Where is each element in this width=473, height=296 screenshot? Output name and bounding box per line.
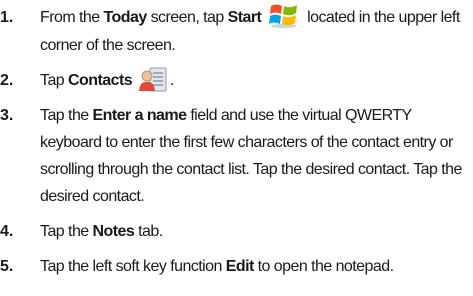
step-text: Tap the	[40, 223, 93, 241]
step-keyword-today: Today	[103, 9, 148, 27]
step-text: Tap the	[40, 107, 93, 125]
step-number: 4.	[0, 223, 14, 241]
step-text: From the	[40, 9, 104, 27]
step-number: 1.	[0, 9, 14, 26]
step-number: 2.	[0, 72, 14, 89]
step-1: 1. From the Today screen, tap Start locat…	[0, 4, 473, 59]
step-keyword-start: Start	[227, 9, 262, 27]
step-keyword-edit: Edit	[225, 258, 255, 276]
contacts-icon	[138, 66, 168, 93]
instruction-steps: 1. From the Today screen, tap Start locat…	[0, 4, 473, 280]
step-text: screen, tap	[146, 9, 228, 27]
windows-start-icon	[267, 1, 301, 29]
step-keyword-enter-a-name: Enter a name	[92, 107, 187, 125]
step-3: 3. Tap the Enter a name field and use the…	[0, 102, 473, 210]
step-text: Tap	[40, 72, 69, 89]
step-number: 3.	[0, 107, 14, 125]
step-text: to open the notepad.	[253, 258, 394, 276]
step-keyword-contacts: Contacts	[68, 72, 133, 89]
step-text: Tap the left soft key function	[40, 258, 226, 276]
step-4: 4. Tap the Notes tab.	[0, 218, 473, 245]
step-5: 5. Tap the left soft key function Edit to…	[0, 253, 473, 280]
step-text: .	[170, 72, 174, 89]
step-2: 2. Tap Contacts .	[0, 67, 473, 94]
step-text: tab.	[134, 223, 163, 241]
step-keyword-notes: Notes	[92, 223, 135, 241]
step-number: 5.	[0, 258, 14, 276]
